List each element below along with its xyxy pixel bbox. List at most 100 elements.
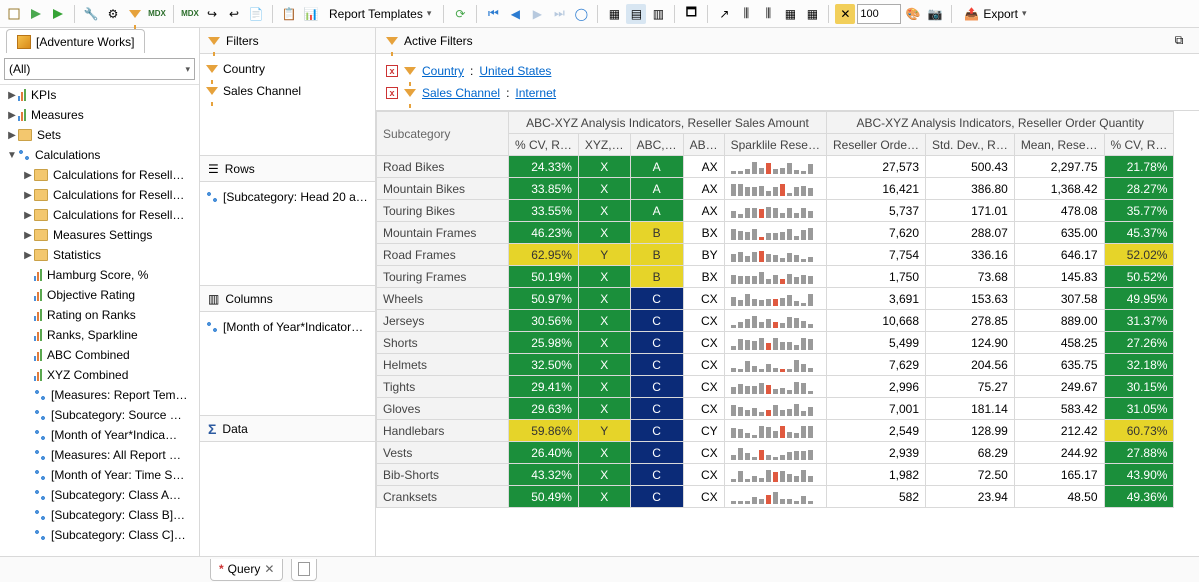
- cell-cv2[interactable]: 31.37%: [1104, 310, 1174, 332]
- tree-row[interactable]: [Subcategory: Class C]…: [0, 525, 199, 545]
- cell-mean[interactable]: 212.42: [1014, 420, 1104, 442]
- tree-row[interactable]: ▶Calculations for Resell…: [0, 185, 199, 205]
- cell-mean[interactable]: 889.00: [1014, 310, 1104, 332]
- grid-icon-2[interactable]: ▦: [802, 4, 822, 24]
- row-header[interactable]: Vests: [377, 442, 509, 464]
- row-header[interactable]: Jerseys: [377, 310, 509, 332]
- cell-cv[interactable]: 43.32%: [509, 464, 579, 486]
- expand-icon[interactable]: ▶: [6, 90, 18, 101]
- cell-sparkline[interactable]: [724, 310, 826, 332]
- cell-mean[interactable]: 478.08: [1014, 200, 1104, 222]
- cell-cv2[interactable]: 35.77%: [1104, 200, 1174, 222]
- cell-sparkline[interactable]: [724, 420, 826, 442]
- col-header[interactable]: XYZ,…: [578, 134, 630, 156]
- cell-abxyz[interactable]: CX: [683, 486, 724, 508]
- pivot-grid-wrap[interactable]: SubcategoryABC-XYZ Analysis Indicators, …: [376, 111, 1199, 556]
- cell-abxyz[interactable]: CX: [683, 376, 724, 398]
- expand-icon[interactable]: ▶: [22, 170, 34, 181]
- cell-mean[interactable]: 458.25: [1014, 332, 1104, 354]
- cell-stddev[interactable]: 23.94: [926, 486, 1015, 508]
- cell-sparkline[interactable]: [724, 288, 826, 310]
- data-area[interactable]: [200, 442, 375, 556]
- cell-abc[interactable]: C: [630, 332, 683, 354]
- table-row[interactable]: Touring Bikes 33.55% X A AX 5,737 171.01…: [377, 200, 1174, 222]
- cell-cv2[interactable]: 31.05%: [1104, 398, 1174, 420]
- cell-xyz[interactable]: X: [578, 310, 630, 332]
- filter-key-link[interactable]: Sales Channel: [422, 86, 500, 100]
- col-header[interactable]: Mean, Rese…: [1014, 134, 1104, 156]
- cell-reseller-order[interactable]: 2,939: [826, 442, 925, 464]
- cell-mean[interactable]: 48.50: [1014, 486, 1104, 508]
- cell-xyz[interactable]: X: [578, 266, 630, 288]
- cell-reseller-order[interactable]: 1,750: [826, 266, 925, 288]
- cell-sparkline[interactable]: [724, 222, 826, 244]
- play-icon[interactable]: [48, 4, 68, 24]
- table-row[interactable]: Gloves 29.63% X C CX 7,001 181.14 583.42…: [377, 398, 1174, 420]
- tree-row[interactable]: Hamburg Score, %: [0, 265, 199, 285]
- cell-abxyz[interactable]: CY: [683, 420, 724, 442]
- filter-item[interactable]: Sales Channel: [206, 80, 369, 102]
- cell-abxyz[interactable]: BX: [683, 266, 724, 288]
- cell-abc[interactable]: B: [630, 244, 683, 266]
- cell-reseller-order[interactable]: 2,549: [826, 420, 925, 442]
- table-row[interactable]: Road Frames 62.95% Y B BY 7,754 336.16 6…: [377, 244, 1174, 266]
- remove-filter-icon[interactable]: x: [386, 65, 398, 77]
- cell-abxyz[interactable]: CX: [683, 398, 724, 420]
- cell-stddev[interactable]: 204.56: [926, 354, 1015, 376]
- row-header[interactable]: Helmets: [377, 354, 509, 376]
- tree-row[interactable]: ▶Sets: [0, 125, 199, 145]
- cell-abxyz[interactable]: CX: [683, 354, 724, 376]
- table-row[interactable]: Helmets 32.50% X C CX 7,629 204.56 635.7…: [377, 354, 1174, 376]
- col-header[interactable]: % CV, R…: [509, 134, 579, 156]
- cell-abxyz[interactable]: CX: [683, 442, 724, 464]
- row-header[interactable]: Bib-Shorts: [377, 464, 509, 486]
- cell-xyz[interactable]: Y: [578, 244, 630, 266]
- cell-abc[interactable]: A: [630, 156, 683, 178]
- cell-cv2[interactable]: 49.95%: [1104, 288, 1174, 310]
- tree-row[interactable]: ▶Statistics: [0, 245, 199, 265]
- expand-icon[interactable]: ▼: [6, 150, 18, 161]
- next-icon[interactable]: ▶: [527, 4, 547, 24]
- cell-mean[interactable]: 635.75: [1014, 354, 1104, 376]
- cell-xyz[interactable]: X: [578, 200, 630, 222]
- table-row[interactable]: Jerseys 30.56% X C CX 10,668 278.85 889.…: [377, 310, 1174, 332]
- cell-cv[interactable]: 32.50%: [509, 354, 579, 376]
- cell-sparkline[interactable]: [724, 354, 826, 376]
- cell-xyz[interactable]: X: [578, 398, 630, 420]
- cell-mean[interactable]: 145.83: [1014, 266, 1104, 288]
- col-group-2[interactable]: ABC-XYZ Analysis Indicators, Reseller Or…: [826, 112, 1173, 134]
- cell-reseller-order[interactable]: 1,982: [826, 464, 925, 486]
- cell-cv[interactable]: 33.85%: [509, 178, 579, 200]
- cell-reseller-order[interactable]: 7,620: [826, 222, 925, 244]
- cell-xyz[interactable]: X: [578, 376, 630, 398]
- last-icon[interactable]: ⏭: [549, 4, 569, 24]
- cell-abc[interactable]: C: [630, 442, 683, 464]
- cell-cv[interactable]: 46.23%: [509, 222, 579, 244]
- cell-xyz[interactable]: X: [578, 464, 630, 486]
- cell-reseller-order[interactable]: 7,001: [826, 398, 925, 420]
- cell-xyz[interactable]: X: [578, 222, 630, 244]
- cell-stddev[interactable]: 75.27: [926, 376, 1015, 398]
- cell-abxyz[interactable]: AX: [683, 156, 724, 178]
- layout-icon-2[interactable]: ▤: [626, 4, 646, 24]
- cell-cv2[interactable]: 27.88%: [1104, 442, 1174, 464]
- cell-stddev[interactable]: 288.07: [926, 222, 1015, 244]
- cell-abc[interactable]: C: [630, 310, 683, 332]
- tree-row[interactable]: Ranks, Sparkline: [0, 325, 199, 345]
- col-header[interactable]: Std. Dev., R…: [926, 134, 1015, 156]
- col-header[interactable]: Reseller Orde…: [826, 134, 925, 156]
- expand-icon[interactable]: ▶: [22, 210, 34, 221]
- gear-icon[interactable]: ⚙: [103, 4, 123, 24]
- tree-row[interactable]: XYZ Combined: [0, 365, 199, 385]
- cell-abc[interactable]: C: [630, 464, 683, 486]
- tree-row[interactable]: ▶Measures: [0, 105, 199, 125]
- query-tab[interactable]: * Query ✕: [210, 559, 283, 581]
- cell-cv[interactable]: 25.98%: [509, 332, 579, 354]
- cell-abc[interactable]: A: [630, 178, 683, 200]
- prev-icon[interactable]: ◀: [505, 4, 525, 24]
- cell-sparkline[interactable]: [724, 200, 826, 222]
- remove-filter-icon[interactable]: x: [386, 87, 398, 99]
- cell-xyz[interactable]: X: [578, 178, 630, 200]
- cell-abc[interactable]: C: [630, 288, 683, 310]
- cell-stddev[interactable]: 278.85: [926, 310, 1015, 332]
